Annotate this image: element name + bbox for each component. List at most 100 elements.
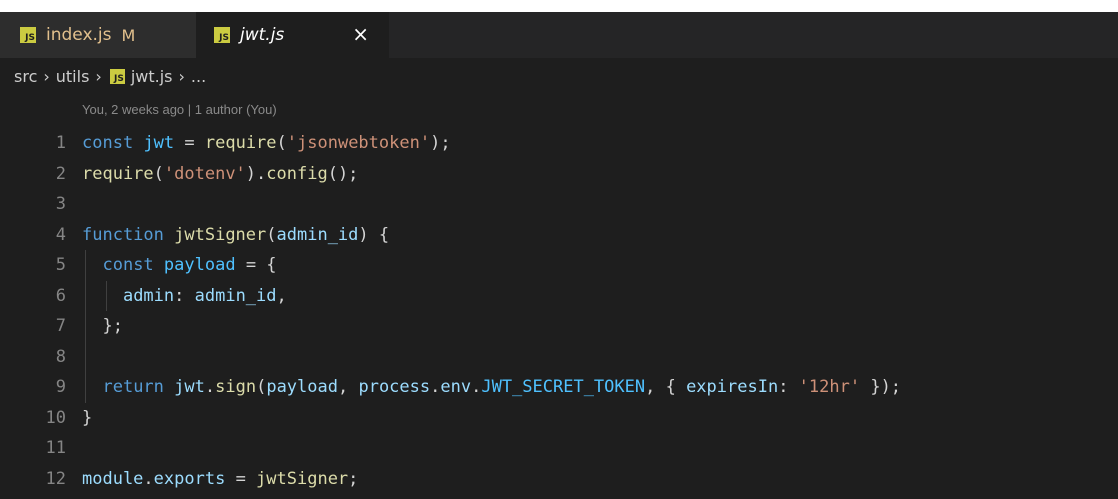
line-number: 4 <box>55 224 66 245</box>
code-token: ( <box>276 133 287 153</box>
tab-index-js[interactable]: JS index.js M <box>0 12 196 58</box>
code-line[interactable]: 4 function jwtSigner(admin_id) { <box>0 220 1118 251</box>
code-token: require <box>82 163 154 184</box>
javascript-file-icon: JS <box>214 27 230 43</box>
code-token: module <box>82 468 144 489</box>
code-token: jwt <box>143 133 175 153</box>
git-blame-annotation[interactable]: You, 2 weeks ago | 1 author (You) <box>82 102 277 117</box>
code-line[interactable]: 12 module.exports = jwtSigner; <box>0 464 1118 495</box>
line-number: 2 <box>55 163 66 184</box>
code-token: JWT_SECRET_TOKEN <box>481 377 646 397</box>
code-editor[interactable]: 1 const jwt = require('jsonwebtoken'); 2 re… <box>0 128 1118 494</box>
code-token: env <box>440 377 472 397</box>
code-line[interactable]: 6 admin: admin_id, <box>0 280 1118 312</box>
chevron-right-icon: › <box>178 66 185 86</box>
code-text: const jwt = require('jsonwebtoken'); <box>82 128 451 159</box>
code-text: }; <box>82 311 123 342</box>
code-token: , { <box>645 377 687 397</box>
code-token: const <box>102 255 154 275</box>
code-token: const <box>82 133 134 153</box>
code-token: } <box>82 407 93 428</box>
breadcrumb-item-src[interactable]: src <box>14 67 37 86</box>
code-token: = <box>225 468 257 489</box>
line-number: 10 <box>45 407 66 428</box>
code-token: admin <box>122 285 175 306</box>
line-number: 9 <box>55 377 66 397</box>
code-token: . <box>204 377 216 397</box>
code-line[interactable]: 10} <box>0 403 1118 434</box>
code-token: (); <box>327 163 359 184</box>
code-token: return <box>102 377 164 397</box>
code-token: }); <box>860 377 902 397</box>
line-number: 5 <box>55 255 66 275</box>
chevron-right-icon: › <box>43 66 50 86</box>
code-token: , <box>276 285 287 306</box>
code-token: ; <box>348 468 359 489</box>
code-token: payload <box>163 255 236 275</box>
indent-guide <box>85 341 86 372</box>
code-token: jwt <box>174 377 205 397</box>
code-token: . <box>430 377 441 397</box>
code-token: = <box>174 133 205 153</box>
code-line[interactable]: 1 const jwt = require('jsonwebtoken'); <box>0 128 1118 159</box>
code-text: admin: admin_id, <box>82 281 287 312</box>
code-token: . <box>471 377 482 397</box>
code-line[interactable]: 11 <box>0 433 1118 464</box>
breadcrumb: src › utils › JS jwt.js › ... <box>0 58 1118 94</box>
code-token: 'jsonwebtoken' <box>286 133 431 153</box>
tab-label: index.js <box>46 25 112 45</box>
code-token: }; <box>82 316 123 336</box>
code-token: admin_id <box>194 285 277 306</box>
code-text: require('dotenv').config(); <box>82 159 358 190</box>
breadcrumb-item-utils[interactable]: utils <box>56 67 90 86</box>
code-token: sign <box>215 377 257 397</box>
code-line[interactable]: 7 }; <box>0 311 1118 342</box>
breadcrumb-item-file[interactable]: jwt.js <box>131 67 173 86</box>
code-text: function jwtSigner(admin_id) { <box>82 220 389 251</box>
modified-badge: M <box>121 25 136 45</box>
code-token: = { <box>235 255 277 275</box>
javascript-file-icon: JS <box>109 68 125 84</box>
code-text: const payload = { <box>82 250 277 281</box>
code-token: ( <box>256 377 267 397</box>
line-number: 8 <box>55 346 66 367</box>
code-token: : <box>174 285 195 306</box>
tab-jwt-js[interactable]: JS jwt.js × <box>196 12 389 58</box>
code-text: return jwt.sign(payload, process.env.JWT… <box>82 372 901 403</box>
code-line[interactable]: 5 const payload = { <box>0 250 1118 281</box>
breadcrumb-item-symbols[interactable]: ... <box>191 67 206 86</box>
top-page-strip <box>0 0 1118 12</box>
code-text: module.exports = jwtSigner; <box>82 464 358 495</box>
code-token: . <box>143 468 154 489</box>
code-line[interactable]: 2 require('dotenv').config(); <box>0 159 1118 190</box>
javascript-file-icon: JS <box>20 27 36 43</box>
code-token: exports <box>153 468 226 489</box>
line-number: 12 <box>45 468 66 489</box>
code-token: function <box>82 224 164 245</box>
code-line[interactable]: 9 return jwt.sign(payload, process.env.J… <box>0 372 1118 403</box>
tab-label: jwt.js <box>240 25 285 45</box>
code-token: require <box>204 133 277 153</box>
code-token: , <box>337 377 359 397</box>
code-token: admin_id <box>276 224 359 245</box>
line-number: 7 <box>55 316 66 336</box>
code-line[interactable]: 3 <box>0 189 1118 220</box>
chevron-right-icon: › <box>95 66 102 86</box>
code-token: expiresIn <box>686 377 779 397</box>
code-token: jwtSigner <box>174 224 267 245</box>
close-icon[interactable]: × <box>352 22 369 46</box>
code-token: payload <box>266 377 338 397</box>
code-token: ( <box>153 163 164 184</box>
code-text: } <box>82 403 92 434</box>
code-token: ) { <box>358 224 390 245</box>
code-token: ). <box>245 163 267 184</box>
line-number: 6 <box>55 285 66 306</box>
code-line[interactable]: 8 <box>0 341 1118 372</box>
